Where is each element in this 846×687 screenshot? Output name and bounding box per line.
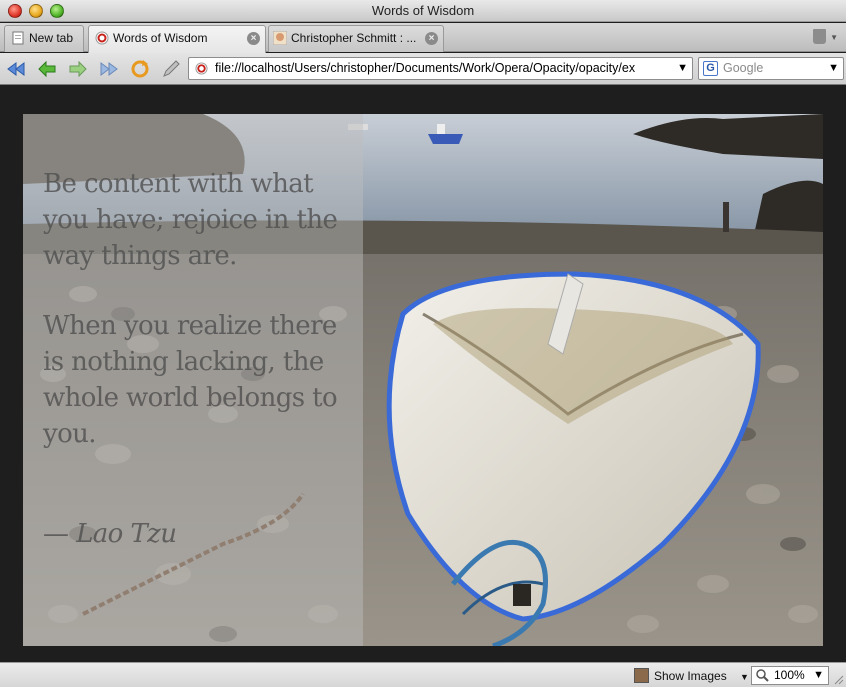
resize-grip-icon[interactable] [832,673,844,685]
quote-attribution: — Lao Tzu [43,519,177,549]
zoom-value: 100% [774,668,805,682]
chevron-down-icon[interactable]: ▼ [830,33,838,42]
trash-icon[interactable] [813,29,826,44]
chevron-down-icon[interactable]: ▼ [677,58,688,79]
forward-icon[interactable] [67,58,89,80]
show-images-button[interactable]: Show Images ▼ [634,667,749,685]
navigation-toolbar: file://localhost/Users/christopher/Docum… [0,53,846,85]
zoom-window-button[interactable] [50,4,64,18]
image-icon [634,668,649,683]
quote-overlay: Be content with what you have; rejoice i… [23,114,363,646]
reload-icon[interactable] [129,58,151,80]
fast-forward-icon[interactable] [98,58,120,80]
address-text: file://localhost/Users/christopher/Docum… [215,61,636,75]
back-icon[interactable] [36,58,58,80]
close-tab-icon[interactable]: × [247,32,260,45]
quote-second: When you realize there is nothing lackin… [43,311,338,449]
title-bar: Words of Wisdom [0,0,846,22]
quote-first: Be content with what you have; rejoice i… [43,169,338,271]
google-icon: G [703,61,718,76]
tab-new-tab[interactable]: New tab [4,25,84,52]
close-tab-icon[interactable]: × [425,32,438,45]
address-bar[interactable]: file://localhost/Users/christopher/Docum… [188,57,693,80]
tab-christopher-schmitt[interactable]: Christopher Schmitt : ... × [268,25,444,52]
status-bar: Show Images ▼ 100% ▼ [0,662,846,687]
page-content: Be content with what you have; rejoice i… [0,86,846,662]
zoom-icon [756,669,769,682]
tab-label: Words of Wisdom [113,31,208,45]
search-placeholder: Google [723,61,764,75]
chevron-down-icon[interactable]: ▼ [828,58,839,79]
window-title: Words of Wisdom [371,3,475,18]
close-window-button[interactable] [8,4,22,18]
chevron-down-icon[interactable]: ▼ [740,672,749,682]
rewind-icon[interactable] [5,58,27,80]
chevron-down-icon[interactable]: ▼ [813,667,824,684]
avatar-favicon-icon [273,31,287,45]
minimize-window-button[interactable] [29,4,43,18]
zoom-select[interactable]: 100% ▼ [751,666,829,685]
search-input[interactable]: G Google ▼ [698,57,844,80]
tab-bar: New tab Words of Wisdom × Christopher Sc… [0,23,846,53]
tab-label: Christopher Schmitt : ... [291,31,417,45]
show-images-label: Show Images [654,669,727,683]
edit-icon[interactable] [160,58,182,80]
new-page-icon [12,31,24,45]
tab-words-of-wisdom[interactable]: Words of Wisdom × [88,25,266,53]
opera-page-icon [95,31,109,45]
opera-page-icon [195,62,208,75]
tab-label: New tab [29,31,74,45]
rowboat-photo: Be content with what you have; rejoice i… [23,114,823,646]
